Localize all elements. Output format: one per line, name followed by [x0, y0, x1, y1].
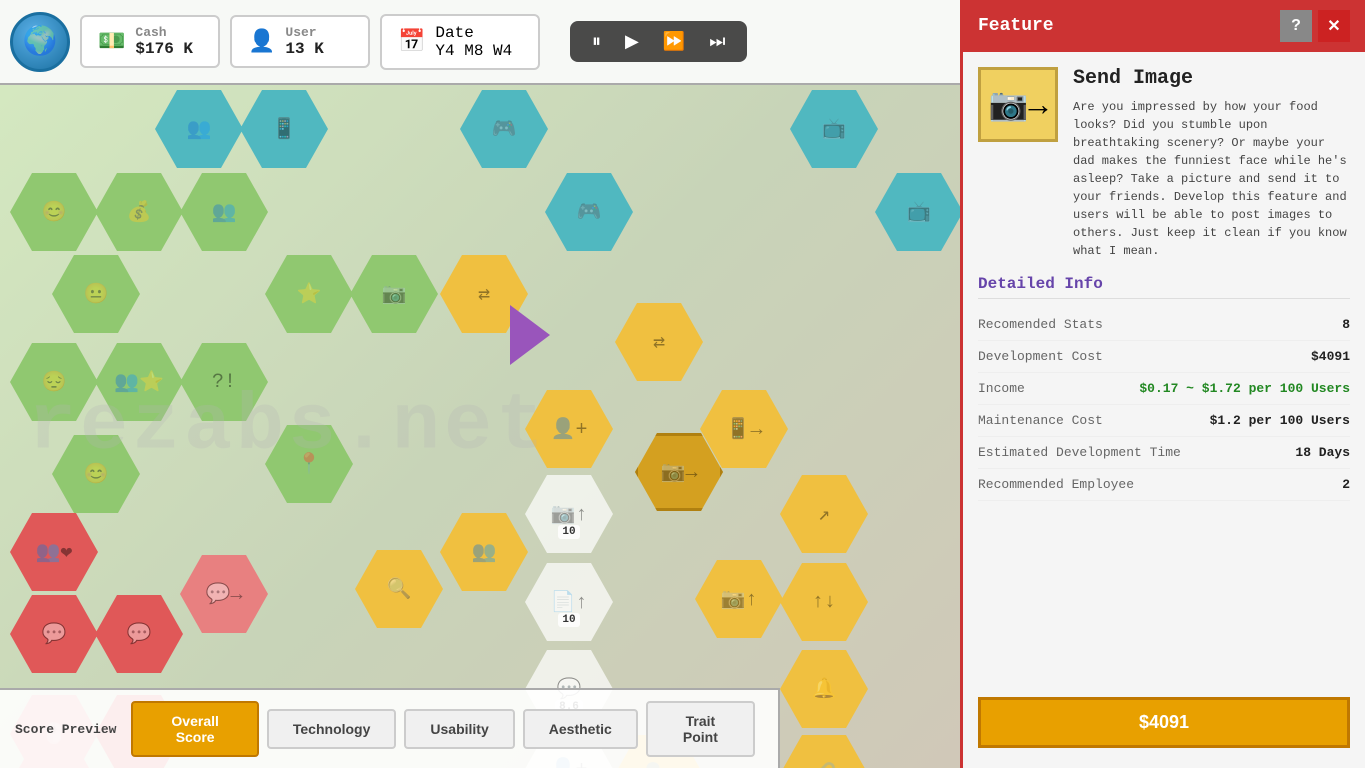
develop-button[interactable]: $4091: [978, 697, 1350, 748]
score-preview-bar: Score Preview Overall Score Technology U…: [0, 688, 780, 768]
hex-tile[interactable]: 💬: [10, 595, 98, 673]
hex-tile[interactable]: ⇄: [615, 303, 703, 381]
hex-tile[interactable]: 👥: [440, 513, 528, 591]
stat-val-1: $4091: [1311, 349, 1350, 364]
overall-score-button[interactable]: Overall Score: [131, 701, 258, 757]
hex-tile[interactable]: 📍: [265, 425, 353, 503]
user-label: User: [285, 25, 323, 40]
hex-tile[interactable]: 💬: [95, 595, 183, 673]
detailed-info-header: Detailed Info: [978, 275, 1350, 299]
hex-tile[interactable]: 👤+: [525, 390, 613, 468]
direction-arrow: [510, 305, 550, 365]
user-box: 👤 User 13 K: [230, 15, 370, 68]
hex-grid: rezabs.net 👥 📱 🎮 🎮 📺 📺 😊 💰 👥 😐 ⭐ 📷 😔 👥⭐ …: [0, 85, 960, 768]
hex-tile-doc[interactable]: 📄↑ 10: [525, 563, 613, 641]
hex-tile[interactable]: 🔗: [780, 735, 868, 768]
stat-row-2: Income $0.17 ~ $1.72 per 100 Users: [978, 373, 1350, 405]
feature-header-text: Send Image Are you impressed by how your…: [1073, 67, 1350, 260]
technology-button[interactable]: Technology: [267, 709, 397, 749]
feature-icon-box: 📷→: [978, 67, 1058, 142]
hex-tile[interactable]: 😊: [52, 435, 140, 513]
feature-description: Are you impressed by how your food looks…: [1073, 98, 1350, 260]
stat-row-4: Estimated Development Time 18 Days: [978, 437, 1350, 469]
hex-tile[interactable]: 📺: [790, 90, 878, 168]
panel-title: Feature: [978, 16, 1054, 36]
hex-tile[interactable]: 🔔: [780, 650, 868, 728]
feature-top: 📷→ Send Image Are you impressed by how y…: [978, 67, 1350, 260]
stat-key-4: Estimated Development Time: [978, 445, 1181, 460]
user-value: 13 K: [285, 40, 323, 58]
hex-tile[interactable]: 🎮: [545, 173, 633, 251]
playback-controls: ⏸ ▶ ⏩ ⏭: [570, 21, 747, 62]
hex-tile[interactable]: 🔍: [355, 550, 443, 628]
date-box: 📅 Date Y4 M8 W4: [380, 14, 540, 70]
play-button[interactable]: ▶: [619, 29, 645, 54]
hex-label: 10: [558, 613, 579, 627]
usability-button[interactable]: Usability: [404, 709, 514, 749]
stat-row-3: Maintenance Cost $1.2 per 100 Users: [978, 405, 1350, 437]
cash-icon: 💵: [98, 29, 125, 55]
stat-key-3: Maintenance Cost: [978, 413, 1103, 428]
stat-val-0: 8: [1342, 317, 1350, 332]
stat-key-0: Recomended Stats: [978, 317, 1103, 332]
date-label: Date: [435, 24, 512, 42]
fast-forward-button[interactable]: ⏩: [657, 29, 691, 54]
calendar-icon: 📅: [398, 29, 425, 55]
hex-tile[interactable]: ⭐: [265, 255, 353, 333]
hex-label: 10: [558, 525, 579, 539]
stat-row-5: Recommended Employee 2: [978, 469, 1350, 501]
stat-val-4: 18 Days: [1295, 445, 1350, 460]
panel-header: Feature ? ✕: [963, 0, 1365, 52]
hex-tile[interactable]: ↑↓: [780, 563, 868, 641]
feature-panel: Feature ? ✕ 📷→ Send Image Are you impres…: [960, 0, 1365, 768]
user-icon: 👤: [248, 29, 275, 55]
hex-tile[interactable]: 👥⭐: [95, 343, 183, 421]
hex-tile[interactable]: 😐: [52, 255, 140, 333]
hex-tile[interactable]: 📷: [350, 255, 438, 333]
hex-tile[interactable]: 👥: [155, 90, 243, 168]
aesthetic-button[interactable]: Aesthetic: [523, 709, 638, 749]
hex-tile[interactable]: 💬→: [180, 555, 268, 633]
hex-container: rezabs.net 👥 📱 🎮 🎮 📺 📺 😊 💰 👥 😐 ⭐ 📷 😔 👥⭐ …: [0, 85, 960, 768]
stat-key-2: Income: [978, 381, 1025, 396]
feature-icon: 📷→: [988, 85, 1047, 125]
stat-row-0: Recomended Stats 8: [978, 309, 1350, 341]
feature-content: 📷→ Send Image Are you impressed by how y…: [963, 52, 1365, 677]
feature-title: Send Image: [1073, 67, 1350, 90]
stat-row-1: Development Cost $4091: [978, 341, 1350, 373]
hex-tile[interactable]: 📺: [875, 173, 960, 251]
date-value: Y4 M8 W4: [435, 42, 512, 60]
hex-tile[interactable]: 💰: [95, 173, 183, 251]
faster-button[interactable]: ⏭: [703, 29, 731, 54]
help-button[interactable]: ?: [1280, 10, 1312, 42]
hex-tile[interactable]: 📱: [240, 90, 328, 168]
cash-box: 💵 Cash $176 K: [80, 15, 220, 68]
stat-val-5: 2: [1342, 477, 1350, 492]
stat-key-5: Recommended Employee: [978, 477, 1134, 492]
score-preview-label: Score Preview: [15, 722, 116, 737]
hex-tile[interactable]: 👥❤: [10, 513, 98, 591]
stat-val-3: $1.2 per 100 Users: [1210, 413, 1350, 428]
stat-key-1: Development Cost: [978, 349, 1103, 364]
hex-tile[interactable]: 📷↑: [695, 560, 783, 638]
hex-tile-photo-upload[interactable]: 📷↑ 10: [525, 475, 613, 553]
close-panel-button[interactable]: ✕: [1318, 10, 1350, 42]
panel-header-buttons: ? ✕: [1280, 10, 1350, 42]
hex-tile[interactable]: ↗: [780, 475, 868, 553]
hex-tile[interactable]: 😔: [10, 343, 98, 421]
cash-value: $176 K: [135, 40, 193, 58]
hex-tile[interactable]: 😊: [10, 173, 98, 251]
hex-tile[interactable]: 🎮: [460, 90, 548, 168]
hex-tile[interactable]: ?!: [180, 343, 268, 421]
trait-point-button[interactable]: Trait Point: [646, 701, 755, 757]
globe-icon[interactable]: 🌍: [10, 12, 70, 72]
hex-tile[interactable]: 👥: [180, 173, 268, 251]
pause-button[interactable]: ⏸: [586, 29, 607, 54]
cash-label: Cash: [135, 25, 193, 40]
stat-val-2: $0.17 ~ $1.72 per 100 Users: [1139, 381, 1350, 396]
